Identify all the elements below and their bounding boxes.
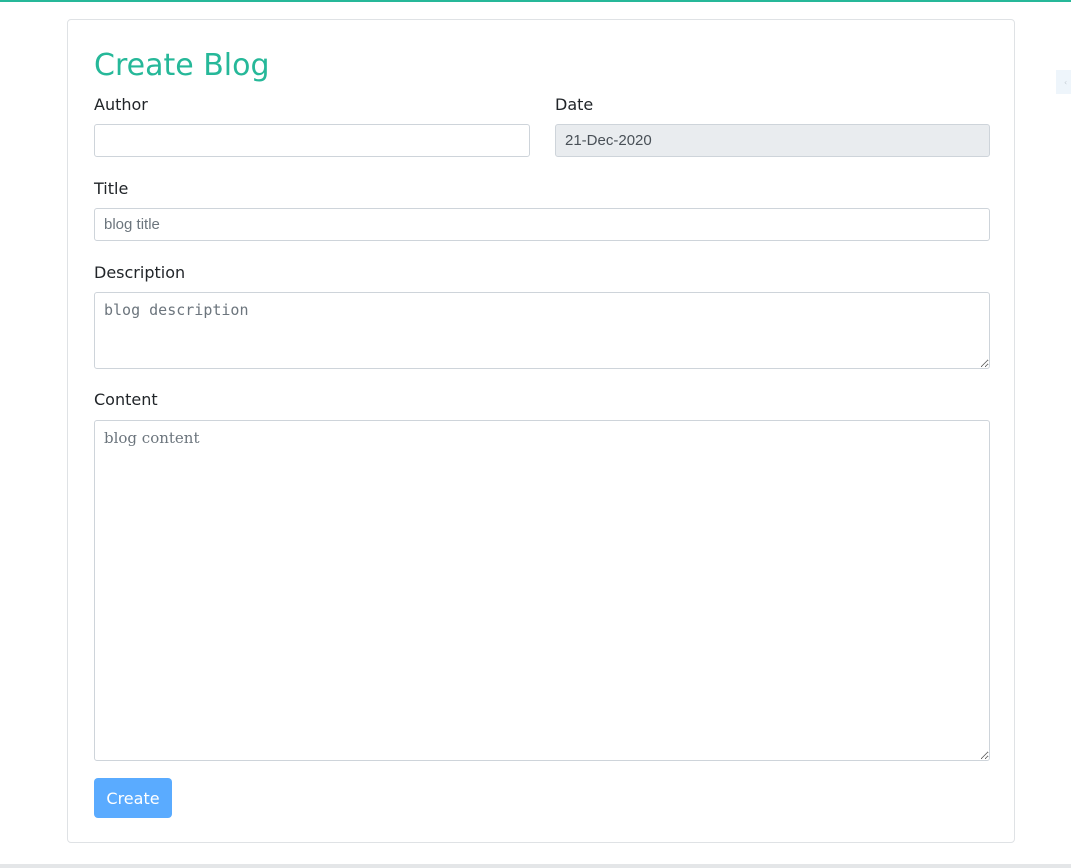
top-accent-bar: [0, 0, 1071, 2]
title-input[interactable]: [94, 208, 990, 241]
content-textarea[interactable]: [94, 420, 990, 761]
date-label: Date: [555, 95, 594, 114]
side-tab[interactable]: ‹: [1056, 70, 1071, 94]
title-label: Title: [94, 179, 129, 198]
author-input[interactable]: [94, 124, 530, 157]
create-button[interactable]: Create: [94, 778, 172, 818]
page-title: Create Blog: [94, 48, 270, 83]
description-textarea[interactable]: [94, 292, 990, 369]
bottom-scroll-strip: [0, 864, 1071, 868]
date-field: [555, 124, 990, 157]
description-label: Description: [94, 263, 186, 282]
chevron-left-icon: ‹: [1064, 78, 1068, 87]
author-label: Author: [94, 95, 148, 114]
content-label: Content: [94, 390, 158, 409]
